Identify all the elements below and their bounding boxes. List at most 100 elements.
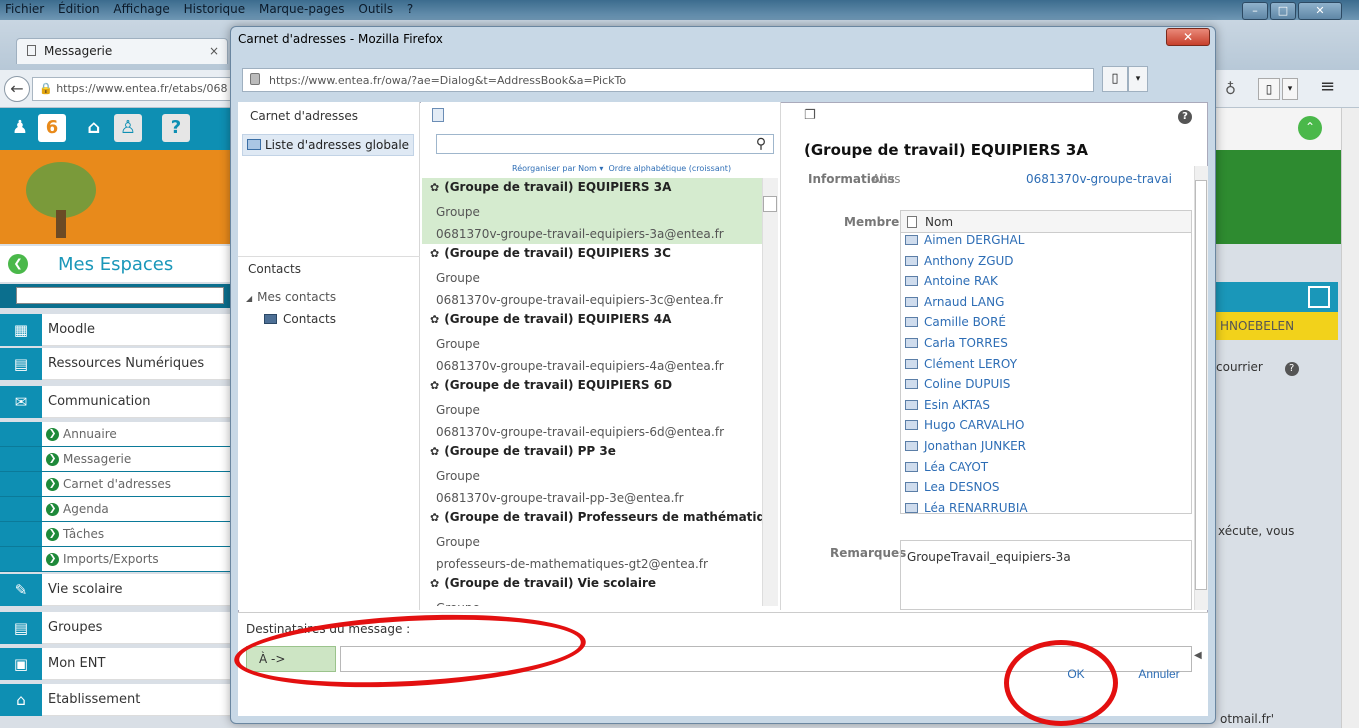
list-view-icon[interactable] — [432, 108, 444, 122]
page-menu-icon[interactable]: ▯ — [1102, 66, 1128, 92]
sub-label: Agenda — [63, 502, 109, 516]
member-row[interactable]: Arnaud LANG — [901, 295, 1191, 316]
home-icon[interactable]: ⌂ — [80, 114, 108, 142]
nav-vie-scolaire[interactable]: ✎ Vie scolaire — [0, 573, 230, 606]
nav-mon-ent[interactable]: ▣ Mon ENT — [0, 647, 230, 680]
member-row[interactable]: Coline DUPUIS — [901, 377, 1191, 398]
members-header[interactable]: Nom — [901, 211, 1191, 233]
member-name: Antoine RAK — [924, 274, 998, 289]
contact-card-icon — [905, 379, 918, 390]
list-item[interactable]: ✿ (Groupe de travail) Professeurs de math… — [422, 508, 762, 574]
address-search-input[interactable] — [436, 134, 774, 154]
member-row[interactable]: Hugo CARVALHO — [901, 418, 1191, 439]
menu-historique[interactable]: Historique — [179, 0, 251, 16]
menu-affichage[interactable]: Affichage — [108, 0, 174, 16]
member-row[interactable]: Léa RENARRUBIA — [901, 501, 1191, 513]
help-icon[interactable]: ? — [1178, 110, 1192, 124]
list-item[interactable]: ✿ (Groupe de travail) EQUIPIERS 3C Groupe 0… — [422, 244, 762, 310]
page-menu-icon[interactable]: ▯ — [1258, 78, 1280, 100]
nav-communication[interactable]: ✉ Communication — [0, 385, 230, 418]
hamburger-menu-icon[interactable]: ≡ — [1320, 76, 1335, 97]
member-row[interactable]: Aimen DERGHAL — [901, 233, 1191, 254]
nav-ressources[interactable]: ▤ Ressources Numériques — [0, 347, 230, 380]
chevron-down-icon[interactable]: ▾ — [1282, 78, 1298, 100]
menu-fichier[interactable]: Fichier — [0, 0, 49, 16]
page-scrollbar[interactable] — [1341, 108, 1359, 728]
detail-scroll-thumb[interactable] — [1195, 180, 1207, 590]
help-icon[interactable]: ? — [162, 114, 190, 142]
member-row[interactable]: Lea DESNOS — [901, 480, 1191, 501]
url-field-background[interactable]: 🔒 https://www.entea.fr/etabs/068 — [32, 77, 232, 101]
close-window-icon[interactable]: ✕ — [1298, 2, 1342, 20]
list-scroll-thumb[interactable] — [763, 196, 777, 212]
menu-outils[interactable]: Outils — [353, 0, 398, 16]
list-item[interactable]: ✿ (Groupe de travail) EQUIPIERS 3A Groupe 0… — [422, 178, 762, 244]
global-list-label: Liste d'adresses globale — [265, 138, 410, 152]
profile-icon[interactable]: ♙ — [114, 114, 142, 142]
notification-badge[interactable]: 6 — [38, 114, 66, 142]
sub-annuaire[interactable]: ❯ Annuaire — [0, 422, 230, 447]
chevron-down-icon[interactable]: ▾ — [1128, 66, 1148, 92]
member-row[interactable]: Jonathan JUNKER — [901, 439, 1191, 460]
contacts-header: Contacts — [248, 262, 301, 276]
maximize-icon[interactable]: □ — [1270, 2, 1296, 20]
contact-card-icon — [905, 440, 918, 451]
nav-groupes[interactable]: ▤ Groupes — [0, 611, 230, 644]
member-name: Jonathan JUNKER — [924, 438, 1027, 453]
menu-edition[interactable]: Édition — [53, 0, 105, 16]
back-icon[interactable]: ← — [4, 76, 30, 102]
sort-by-link[interactable]: Réorganiser par Nom — [512, 164, 597, 173]
group-email: 0681370v-groupe-travail-equipiers-3c@ent… — [436, 293, 723, 307]
sort-order-link[interactable]: Ordre alphabétique (croissant) — [609, 164, 732, 173]
help-icon[interactable]: ? — [1284, 362, 1299, 376]
close-tab-icon[interactable]: × — [209, 44, 219, 58]
sub-taches[interactable]: ❯ Tâches — [0, 522, 230, 547]
list-item[interactable]: ✿ (Groupe de travail) EQUIPIERS 6D Groupe 0… — [422, 376, 762, 442]
arrow-right-icon: ❯ — [46, 477, 59, 491]
espaces-search-input[interactable] — [16, 287, 224, 304]
sub-messagerie[interactable]: ❯ Messagerie — [0, 447, 230, 472]
fullscreen-icon[interactable] — [1308, 286, 1330, 308]
list-item[interactable]: ✿ (Groupe de travail) Vie scolaire Groupe — [422, 574, 762, 606]
member-name: Hugo CARVALHO — [924, 418, 1025, 433]
tab-label: Messagerie — [44, 44, 113, 58]
menu-marque-pages[interactable]: Marque-pages — [254, 0, 350, 16]
address-book-pane — [238, 102, 420, 610]
chevron-up-icon[interactable]: ⌃ — [1298, 116, 1322, 140]
group-type: Groupe — [436, 403, 480, 417]
member-row[interactable]: Léa CAYOT — [901, 460, 1191, 481]
triangle-left-icon[interactable]: ◀ — [1194, 650, 1202, 661]
extension-icon[interactable]: ♁ — [1225, 80, 1236, 98]
sub-carnet[interactable]: ❯ Carnet d'adresses — [0, 472, 230, 497]
copy-icon[interactable]: ❐ — [804, 108, 816, 123]
nav-etablissement[interactable]: ⌂ Etablissement — [0, 683, 230, 716]
arrow-right-icon: ❯ — [46, 527, 59, 541]
contacts-folder[interactable]: Contacts — [264, 312, 336, 326]
contact-card-icon — [905, 296, 918, 307]
tab-messagerie[interactable]: Messagerie × — [16, 38, 228, 64]
list-item[interactable]: ✿ (Groupe de travail) PP 3e Groupe 0681370v… — [422, 442, 762, 508]
global-address-list[interactable]: Liste d'adresses globale — [242, 134, 414, 156]
close-dialog-icon[interactable]: ✕ — [1166, 28, 1210, 46]
nav-moodle[interactable]: ▦ Moodle — [0, 313, 230, 346]
minimize-icon[interactable]: – — [1242, 2, 1268, 20]
sub-agenda[interactable]: ❯ Agenda — [0, 497, 230, 522]
dialog-url[interactable]: https://www.entea.fr/owa/?ae=Dialog&t=Ad… — [242, 68, 1094, 92]
member-row[interactable]: Camille BORÉ — [901, 315, 1191, 336]
user-icon[interactable]: ♟ — [6, 114, 34, 142]
member-row[interactable]: Esin AKTAS — [901, 398, 1191, 419]
menu-aide[interactable]: ? — [402, 0, 418, 16]
mes-contacts-tree[interactable]: ◢ Mes contacts — [246, 290, 336, 304]
collapse-left-icon[interactable]: ❮ — [8, 254, 28, 274]
member-row[interactable]: Carla TORRES — [901, 336, 1191, 357]
members-label: Membres — [844, 215, 907, 229]
sub-imports[interactable]: ❯ Imports/Exports — [0, 547, 230, 572]
member-row[interactable]: Anthony ZGUD — [901, 254, 1191, 275]
list-scrollbar[interactable] — [762, 178, 778, 606]
cancel-button[interactable]: Annuler — [1124, 662, 1194, 686]
list-item[interactable]: ✿ (Groupe de travail) EQUIPIERS 4A Groupe 0… — [422, 310, 762, 376]
member-row[interactable]: Antoine RAK — [901, 274, 1191, 295]
nav-label: Mon ENT — [48, 656, 106, 671]
member-row[interactable]: Clément LEROY — [901, 357, 1191, 378]
search-icon[interactable]: ⚲ — [750, 134, 772, 154]
